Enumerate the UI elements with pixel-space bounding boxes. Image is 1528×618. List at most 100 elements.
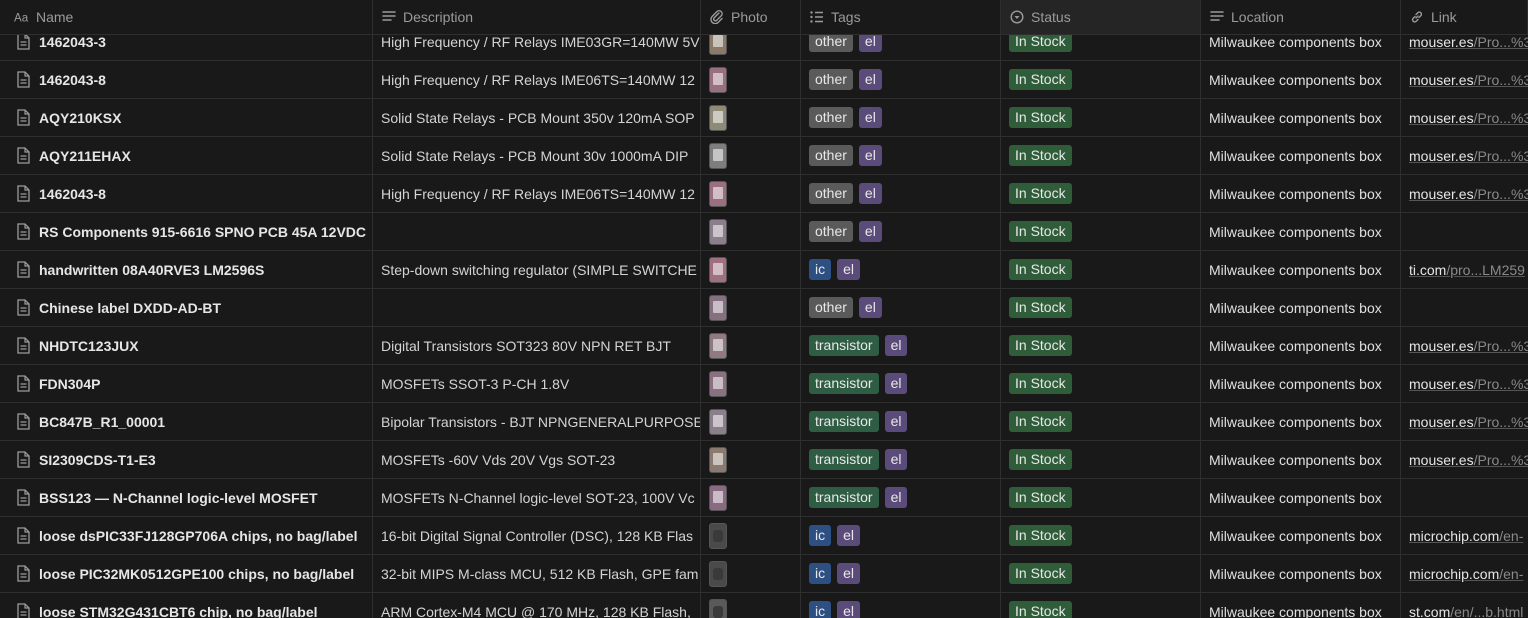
photo-cell[interactable] xyxy=(701,441,801,478)
item-link[interactable]: mouser.es/Pro...%3 xyxy=(1409,148,1528,164)
table-row[interactable]: NHDTC123JUX Digital Transistors SOT323 80… xyxy=(0,327,1528,365)
link-cell[interactable]: mouser.es/Pro...%3 xyxy=(1401,61,1528,98)
column-header-name[interactable]: Aa Name xyxy=(0,0,373,34)
location-cell[interactable]: Milwaukee components box xyxy=(1201,441,1401,478)
link-cell[interactable]: mouser.es/Pro...%3 xyxy=(1401,175,1528,212)
status-cell[interactable]: In Stock xyxy=(1001,251,1201,288)
description-cell[interactable]: MOSFETs SSOT-3 P-CH 1.8V xyxy=(373,365,701,402)
tags-cell[interactable]: other el xyxy=(801,137,1001,174)
location-cell[interactable]: Milwaukee components box xyxy=(1201,137,1401,174)
link-cell[interactable]: mouser.es/Pro...%3 xyxy=(1401,403,1528,440)
table-row[interactable]: handwritten 08A40RVE3 LM2596S Step-down s… xyxy=(0,251,1528,289)
location-cell[interactable]: Milwaukee components box xyxy=(1201,327,1401,364)
name-cell[interactable]: handwritten 08A40RVE3 LM2596S xyxy=(0,251,373,288)
photo-thumbnail[interactable] xyxy=(709,332,727,359)
column-header-link[interactable]: Link xyxy=(1401,0,1528,34)
photo-cell[interactable] xyxy=(701,327,801,364)
photo-cell[interactable] xyxy=(701,555,801,592)
status-cell[interactable]: In Stock xyxy=(1001,137,1201,174)
link-cell[interactable] xyxy=(1401,213,1528,250)
status-cell[interactable]: In Stock xyxy=(1001,517,1201,554)
photo-thumbnail[interactable] xyxy=(709,180,727,207)
link-cell[interactable]: mouser.es/Pro...%3 xyxy=(1401,365,1528,402)
item-link[interactable]: mouser.es/Pro...%3 xyxy=(1409,376,1528,392)
description-cell[interactable]: ARM Cortex-M4 MCU @ 170 MHz, 128 KB Flas… xyxy=(373,593,701,618)
column-header-location[interactable]: Location xyxy=(1201,0,1401,34)
column-header-status[interactable]: Status xyxy=(1001,0,1201,34)
photo-cell[interactable] xyxy=(701,517,801,554)
tags-cell[interactable]: other el xyxy=(801,289,1001,326)
status-cell[interactable]: In Stock xyxy=(1001,593,1201,618)
photo-cell[interactable] xyxy=(701,289,801,326)
location-cell[interactable]: Milwaukee components box xyxy=(1201,365,1401,402)
location-cell[interactable]: Milwaukee components box xyxy=(1201,555,1401,592)
photo-cell[interactable] xyxy=(701,213,801,250)
tags-cell[interactable]: transistor el xyxy=(801,441,1001,478)
photo-thumbnail[interactable] xyxy=(709,256,727,283)
photo-thumbnail[interactable] xyxy=(709,446,727,473)
name-cell[interactable]: AQY210KSX xyxy=(0,99,373,136)
status-cell[interactable]: In Stock xyxy=(1001,403,1201,440)
table-row[interactable]: AQY211EHAX Solid State Relays - PCB Mount… xyxy=(0,137,1528,175)
tags-cell[interactable]: transistor el xyxy=(801,365,1001,402)
item-link[interactable]: ti.com/pro...LM259 xyxy=(1409,262,1525,278)
tags-cell[interactable]: transistor el xyxy=(801,479,1001,516)
status-cell[interactable]: In Stock xyxy=(1001,365,1201,402)
name-cell[interactable]: BSS123 — N-Channel logic-level MOSFET xyxy=(0,479,373,516)
table-row[interactable]: Chinese label DXDD-AD-BT other el In Stock M… xyxy=(0,289,1528,327)
status-cell[interactable]: In Stock xyxy=(1001,99,1201,136)
link-cell[interactable]: mouser.es/Pro...%3 xyxy=(1401,137,1528,174)
link-cell[interactable]: microchip.com/en- xyxy=(1401,517,1528,554)
table-row[interactable]: SI2309CDS-T1-E3 MOSFETs -60V Vds 20V Vgs … xyxy=(0,441,1528,479)
link-cell[interactable]: ti.com/pro...LM259 xyxy=(1401,251,1528,288)
table-row[interactable]: AQY210KSX Solid State Relays - PCB Mount … xyxy=(0,99,1528,137)
photo-thumbnail[interactable] xyxy=(709,104,727,131)
location-cell[interactable]: Milwaukee components box xyxy=(1201,517,1401,554)
description-cell[interactable] xyxy=(373,289,701,326)
photo-thumbnail[interactable] xyxy=(709,370,727,397)
tags-cell[interactable]: ic el xyxy=(801,517,1001,554)
item-link[interactable]: mouser.es/Pro...%3 xyxy=(1409,414,1528,430)
tags-cell[interactable]: other el xyxy=(801,61,1001,98)
column-header-description[interactable]: Description xyxy=(373,0,701,34)
description-cell[interactable]: Step-down switching regulator (SIMPLE SW… xyxy=(373,251,701,288)
table-row[interactable]: 1462043-8 High Frequency / RF Relays IME0… xyxy=(0,175,1528,213)
photo-cell[interactable] xyxy=(701,479,801,516)
item-link[interactable]: st.com/en/...b.html xyxy=(1409,604,1523,618)
table-row[interactable]: RS Components 915-6616 SPNO PCB 45A 12VD… xyxy=(0,213,1528,251)
tags-cell[interactable]: other el xyxy=(801,99,1001,136)
photo-cell[interactable] xyxy=(701,365,801,402)
table-row[interactable]: 1462043-8 High Frequency / RF Relays IME0… xyxy=(0,61,1528,99)
photo-thumbnail[interactable] xyxy=(709,142,727,169)
name-cell[interactable]: FDN304P xyxy=(0,365,373,402)
photo-cell[interactable] xyxy=(701,175,801,212)
photo-thumbnail[interactable] xyxy=(709,218,727,245)
description-cell[interactable]: 32-bit MIPS M-class MCU, 512 KB Flash, G… xyxy=(373,555,701,592)
description-cell[interactable] xyxy=(373,213,701,250)
name-cell[interactable]: RS Components 915-6616 SPNO PCB 45A 12VD… xyxy=(0,213,373,250)
name-cell[interactable]: loose PIC32MK0512GPE100 chips, no bag/la… xyxy=(0,555,373,592)
description-cell[interactable]: Bipolar Transistors - BJT NPNGENERALPURP… xyxy=(373,403,701,440)
name-cell[interactable]: Chinese label DXDD-AD-BT xyxy=(0,289,373,326)
photo-cell[interactable] xyxy=(701,593,801,618)
link-cell[interactable]: st.com/en/...b.html xyxy=(1401,593,1528,618)
photo-cell[interactable] xyxy=(701,99,801,136)
tags-cell[interactable]: ic el xyxy=(801,593,1001,618)
description-cell[interactable]: High Frequency / RF Relays IME06TS=140MW… xyxy=(373,61,701,98)
photo-thumbnail[interactable] xyxy=(709,484,727,511)
photo-thumbnail[interactable] xyxy=(709,560,727,587)
name-cell[interactable]: 1462043-8 xyxy=(0,175,373,212)
description-cell[interactable]: MOSFETs -60V Vds 20V Vgs SOT-23 xyxy=(373,441,701,478)
description-cell[interactable]: Solid State Relays - PCB Mount 30v 1000m… xyxy=(373,137,701,174)
table-row[interactable]: BSS123 — N-Channel logic-level MOSFET MOS… xyxy=(0,479,1528,517)
item-link[interactable]: microchip.com/en- xyxy=(1409,566,1523,582)
photo-thumbnail[interactable] xyxy=(709,66,727,93)
name-cell[interactable]: NHDTC123JUX xyxy=(0,327,373,364)
link-cell[interactable]: mouser.es/Pro...%3 xyxy=(1401,327,1528,364)
location-cell[interactable]: Milwaukee components box xyxy=(1201,403,1401,440)
location-cell[interactable]: Milwaukee components box xyxy=(1201,479,1401,516)
description-cell[interactable]: High Frequency / RF Relays IME06TS=140MW… xyxy=(373,175,701,212)
photo-cell[interactable] xyxy=(701,251,801,288)
photo-cell[interactable] xyxy=(701,403,801,440)
location-cell[interactable]: Milwaukee components box xyxy=(1201,99,1401,136)
